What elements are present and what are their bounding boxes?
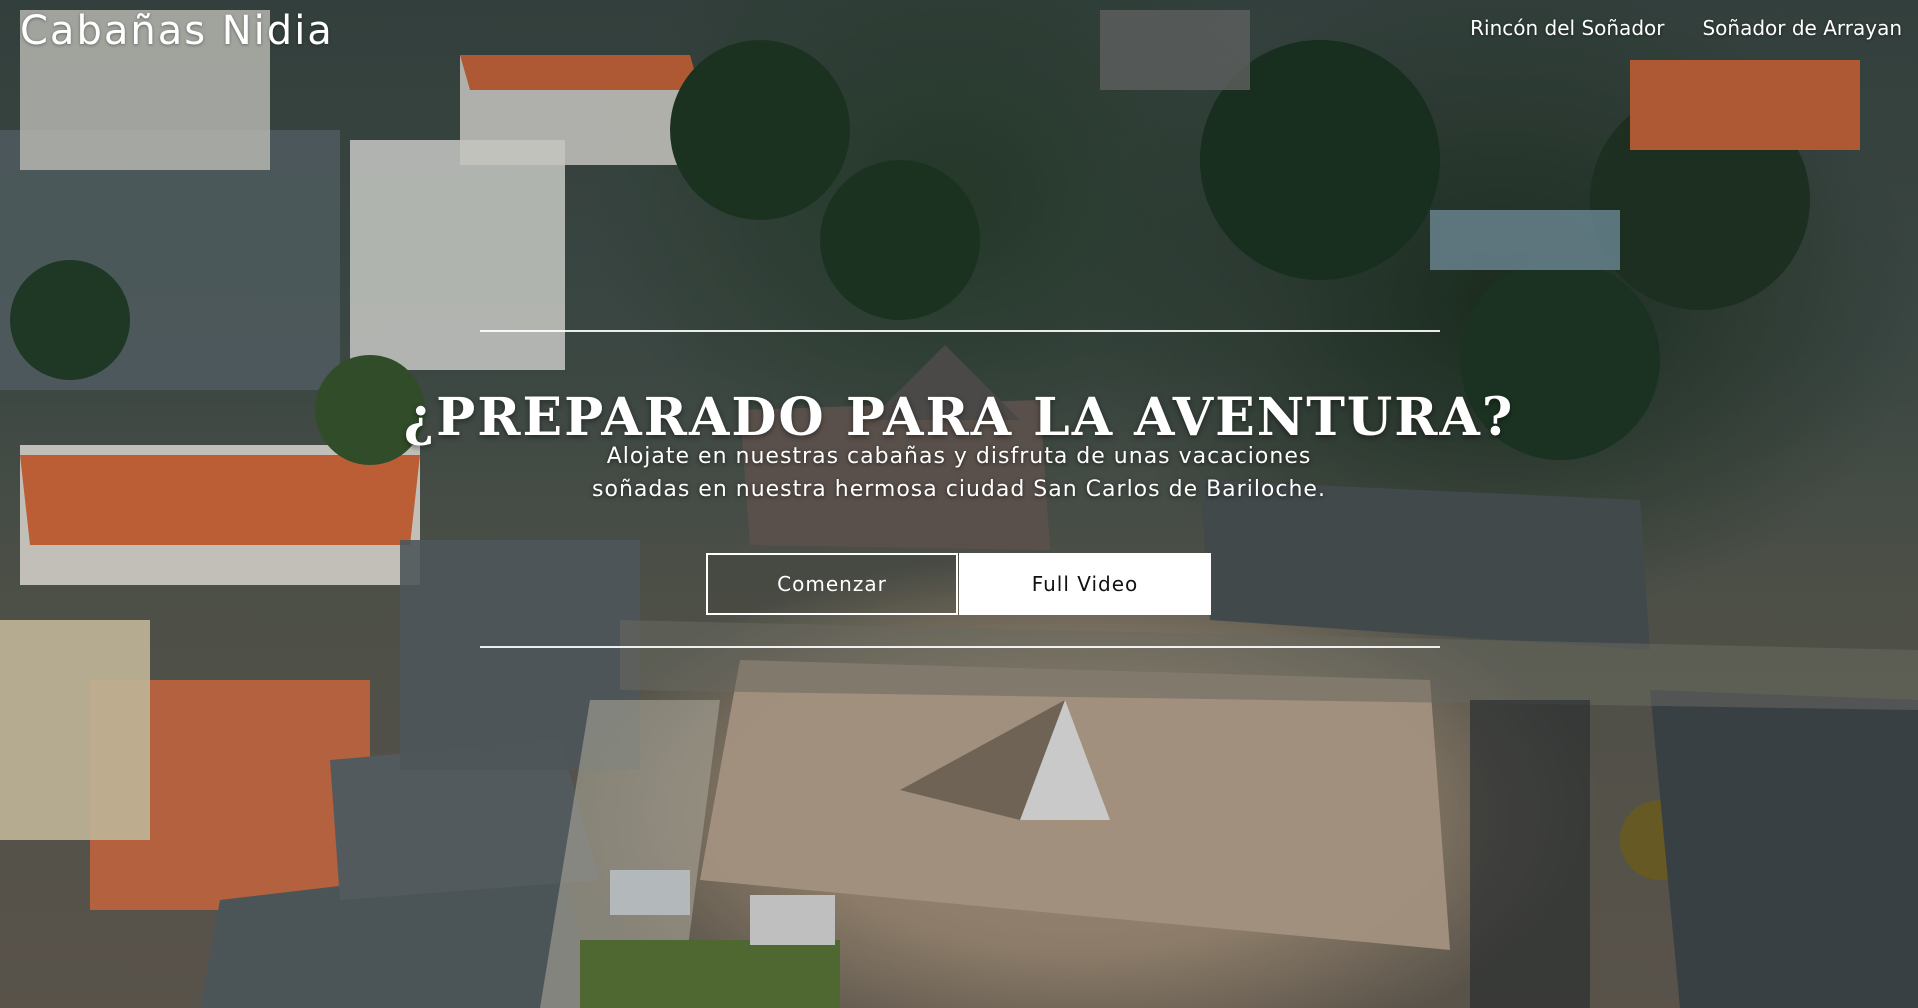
hero-title: ¿PREPARADO PARA LA AVENTURA? bbox=[403, 386, 1515, 448]
top-navigation: Rincón del Soñador Soñador de Arrayan bbox=[1470, 16, 1902, 40]
nav-link-rincon-del-sonador[interactable]: Rincón del Soñador bbox=[1470, 16, 1664, 40]
nav-link-sonador-de-arrayan[interactable]: Soñador de Arrayan bbox=[1702, 16, 1902, 40]
site-brand-logo[interactable]: Cabañas Nidia bbox=[20, 8, 334, 54]
hero-top-divider bbox=[480, 330, 1440, 332]
hero-subtitle: Alojate en nuestras cabañas y disfruta d… bbox=[0, 440, 1918, 506]
full-video-button[interactable]: Full Video bbox=[959, 553, 1211, 615]
start-button[interactable]: Comenzar bbox=[706, 553, 958, 615]
hero-subtitle-line-1: Alojate en nuestras cabañas y disfruta d… bbox=[606, 444, 1312, 469]
landing-page: Cabañas Nidia Rincón del Soñador Soñador… bbox=[0, 0, 1918, 1008]
hero-subtitle-line-2: soñadas en nuestra hermosa ciudad San Ca… bbox=[592, 477, 1326, 502]
hero-bottom-divider bbox=[480, 646, 1440, 648]
